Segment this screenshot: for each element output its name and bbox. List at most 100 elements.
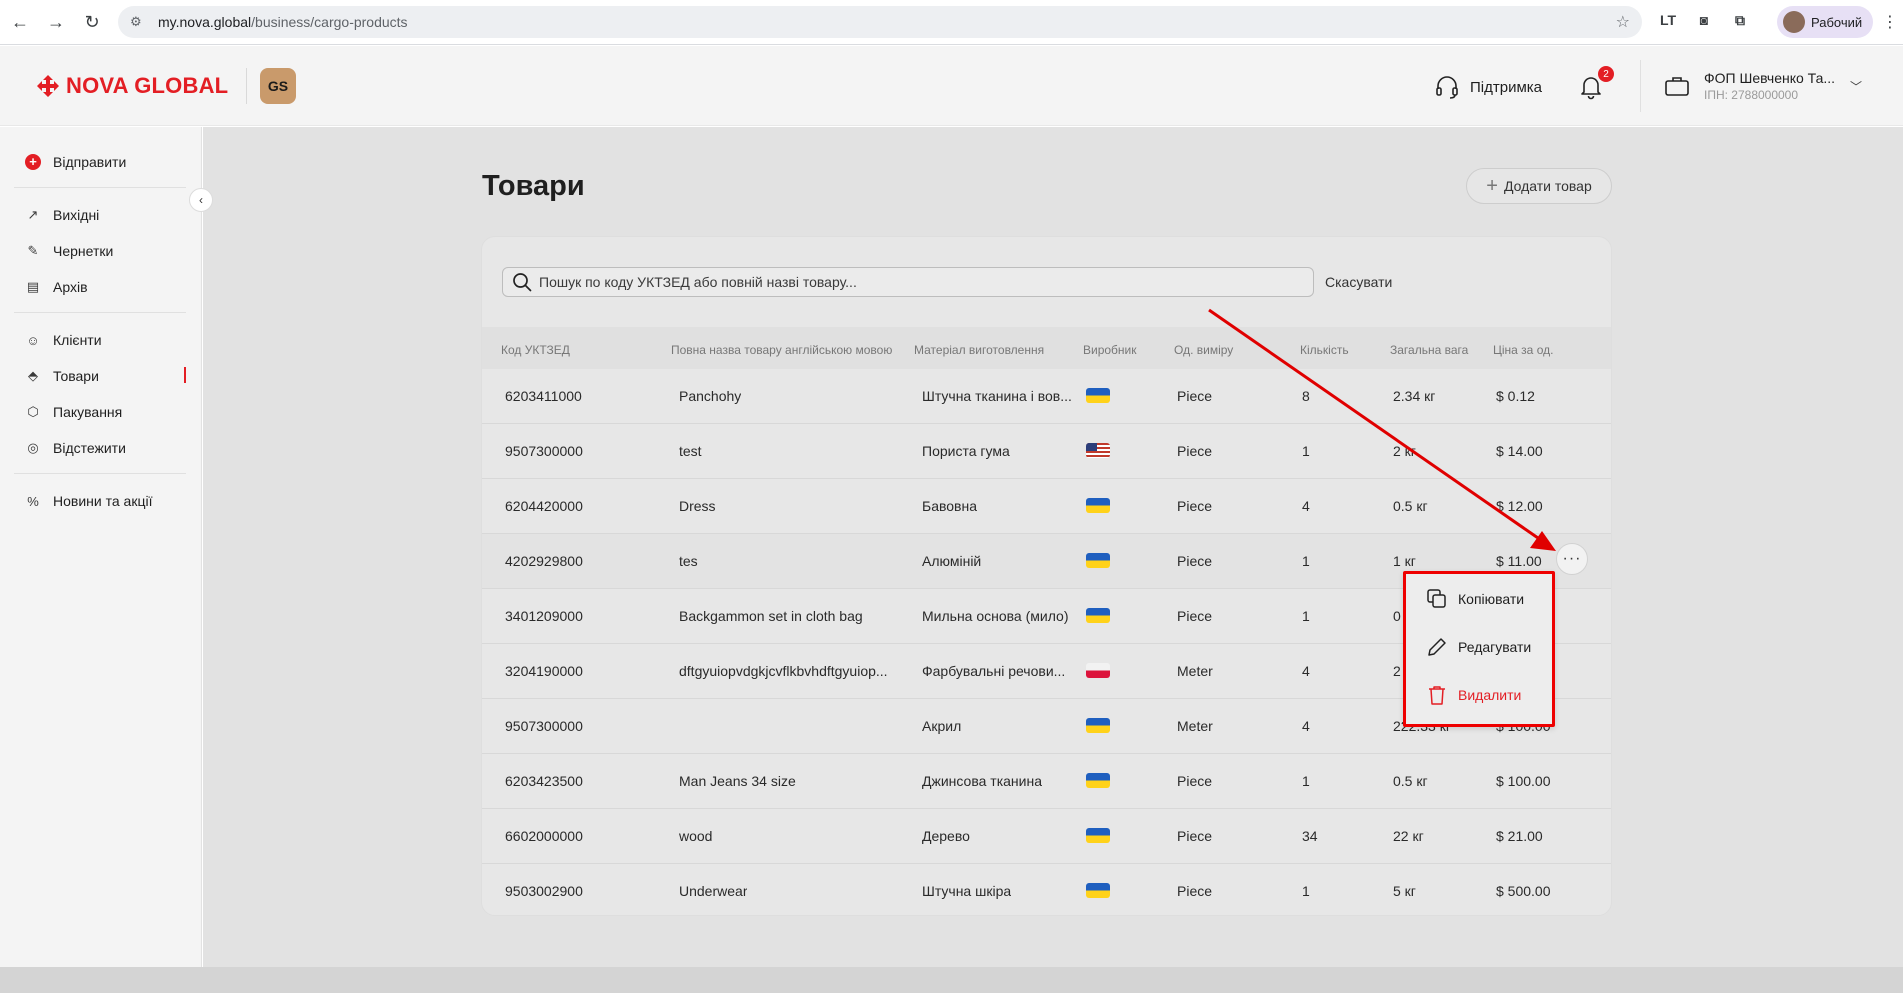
site-settings-icon[interactable]: ⚙ xyxy=(130,14,150,30)
table-row[interactable]: 6204420000 Dress Бавовна Piece 4 0.5 кг $ 12.0… xyxy=(482,479,1611,534)
brand-logo[interactable]: NOVA GLOBAL xyxy=(36,73,228,99)
cell-code: 9503002900 xyxy=(505,883,583,899)
chevron-left-icon: ‹ xyxy=(199,193,203,207)
users-icon: ☺ xyxy=(26,332,40,348)
table-row[interactable]: 9503002900 Underwear Штучна шкіра Piece 1 5 к… xyxy=(482,864,1611,919)
cell-unit: Piece xyxy=(1177,388,1213,404)
brand-name: NOVA GLOBAL xyxy=(66,73,229,98)
cell-name: test xyxy=(679,443,702,459)
account-switcher[interactable]: ФОП Шевченко Та... ІПН: 2788000000 ﹀ xyxy=(1664,70,1862,102)
sidebar-item-archive[interactable]: ▤ Архів xyxy=(25,276,88,298)
chevron-down-icon: ﹀ xyxy=(1850,80,1863,94)
column-header[interactable]: Код УКТЗЕД xyxy=(501,343,570,357)
bookmark-star-icon[interactable]: ☆ xyxy=(1616,12,1630,32)
column-header[interactable]: Загальна вага xyxy=(1390,343,1468,357)
cell-weight: 0.5 кг xyxy=(1393,773,1428,789)
archive-icon: ▤ xyxy=(26,279,40,294)
address-bar[interactable]: ⚙ my.nova.global/business/cargo-products… xyxy=(118,6,1642,38)
search-icon xyxy=(513,273,532,292)
cell-weight: 2 кг xyxy=(1393,443,1416,459)
percent-icon: % xyxy=(27,493,39,509)
cell-unit: Piece xyxy=(1177,553,1213,569)
flag-ua-icon xyxy=(1086,388,1110,403)
column-header[interactable]: Кількість xyxy=(1300,343,1349,357)
cell-name: Underwear xyxy=(679,883,748,899)
cell-unit: Piece xyxy=(1177,443,1213,459)
delete-label: Видалити xyxy=(1458,687,1522,703)
row-more-actions-button[interactable]: ··· xyxy=(1556,543,1588,575)
cell-code: 6204420000 xyxy=(505,498,583,514)
search-input[interactable] xyxy=(539,274,1299,290)
sidebar-item-tracking[interactable]: ◎ Відстежити xyxy=(25,437,126,459)
edit-menu-item[interactable]: Редагувати xyxy=(1426,635,1531,659)
sidebar-item-products[interactable]: ⬘ Товари xyxy=(25,365,99,387)
cell-price: $ 100.00 xyxy=(1496,773,1551,789)
extension-icon[interactable]: LT xyxy=(1656,8,1680,32)
cell-material: Мильна основа (мило) xyxy=(922,608,1069,624)
tag-icon: ⬘ xyxy=(28,368,38,383)
column-header[interactable]: Од. виміру xyxy=(1174,343,1233,357)
divider xyxy=(1640,60,1641,112)
puzzle-icon[interactable]: ⧉ xyxy=(1728,8,1752,32)
account-inn: ІПН: 2788000000 xyxy=(1704,88,1799,102)
camera-icon[interactable]: ◙ xyxy=(1692,8,1716,32)
add-product-button[interactable]: + Додати товар xyxy=(1466,168,1612,204)
delete-menu-item[interactable]: Видалити xyxy=(1426,683,1521,707)
table-row[interactable]: 6203411000 Panchohy Штучна тканина і вов..… xyxy=(482,369,1611,424)
cell-price: $ 14.00 xyxy=(1496,443,1543,459)
cell-code: 6602000000 xyxy=(505,828,583,844)
profile-chip[interactable]: Рабочий xyxy=(1777,6,1873,38)
logo-mark-icon xyxy=(37,75,59,97)
sidebar-item-outgoing[interactable]: ↗ Вихідні xyxy=(25,204,100,226)
support-link[interactable]: Підтримка xyxy=(1434,74,1542,100)
page-title: Товари xyxy=(482,170,585,202)
column-header[interactable]: Ціна за од. xyxy=(1493,343,1553,357)
box-icon: ⬡ xyxy=(27,404,39,419)
collapse-sidebar-button[interactable]: ‹ xyxy=(189,188,213,212)
sidebar-item-send[interactable]: + Відправити xyxy=(25,151,126,173)
cancel-search-button[interactable]: Скасувати xyxy=(1325,274,1392,290)
sidebar-item-label: Клієнти xyxy=(53,332,102,348)
column-header[interactable]: Матеріал виготовлення xyxy=(914,343,1044,357)
notification-badge: 2 xyxy=(1598,66,1614,82)
cell-material: Штучна шкіра xyxy=(922,883,1012,899)
sidebar-item-news[interactable]: % Новини та акції xyxy=(25,490,152,512)
back-icon[interactable]: ← xyxy=(2,4,38,40)
cell-name: Backgammon set in cloth bag xyxy=(679,608,863,624)
sidebar-item-label: Архів xyxy=(53,279,88,295)
edit-label: Редагувати xyxy=(1458,639,1532,655)
cell-material: Штучна тканина і вов... xyxy=(922,388,1072,404)
cell-unit: Piece xyxy=(1177,773,1213,789)
copy-menu-item[interactable]: Копіювати xyxy=(1426,587,1524,611)
column-header[interactable]: Повна назва товару англійською мовою xyxy=(671,343,892,357)
table-row[interactable]: 6203423500 Man Jeans 34 size Джинсова ткан… xyxy=(482,754,1611,809)
cell-name: Panchohy xyxy=(679,388,742,404)
flag-ua-icon xyxy=(1086,608,1110,623)
reload-icon[interactable]: ↻ xyxy=(74,4,110,40)
flag-ua-icon xyxy=(1086,498,1110,513)
forward-icon[interactable]: → xyxy=(38,4,74,40)
column-header[interactable]: Виробник xyxy=(1083,343,1137,357)
cell-weight: 2 xyxy=(1393,663,1401,679)
search-box[interactable] xyxy=(502,267,1314,297)
sidebar-item-label: Вихідні xyxy=(53,207,100,223)
sidebar-item-drafts[interactable]: ✎ Чернетки xyxy=(25,240,114,262)
sidebar-item-clients[interactable]: ☺ Клієнти xyxy=(25,329,102,351)
cell-price: $ 12.00 xyxy=(1496,498,1543,514)
profile-label: Рабочий xyxy=(1811,14,1863,30)
sidebar-item-packaging[interactable]: ⬡ Пакування xyxy=(25,401,122,423)
cell-qty: 34 xyxy=(1302,828,1318,844)
cell-qty: 1 xyxy=(1302,553,1310,569)
cell-qty: 4 xyxy=(1302,663,1310,679)
sidebar-item-label: Пакування xyxy=(53,404,123,420)
cell-code: 3204190000 xyxy=(505,663,583,679)
browser-toolbar: ← → ↻ ⚙ my.nova.global/business/cargo-pr… xyxy=(0,0,1903,45)
cell-price: $ 11.00 xyxy=(1496,553,1542,569)
table-row[interactable]: 6602000000 wood Дерево Piece 34 22 кг $ 21.00 xyxy=(482,809,1611,864)
browser-menu-icon[interactable]: ⋮ xyxy=(1882,12,1898,32)
cell-material: Джинсова тканина xyxy=(922,773,1042,789)
company-badge[interactable]: GS xyxy=(260,68,296,104)
cell-qty: 4 xyxy=(1302,498,1310,514)
table-row[interactable]: 9507300000 test Пориста гума Piece 1 2 кг $ 14… xyxy=(482,424,1611,479)
more-dots-icon: ··· xyxy=(1562,550,1582,567)
